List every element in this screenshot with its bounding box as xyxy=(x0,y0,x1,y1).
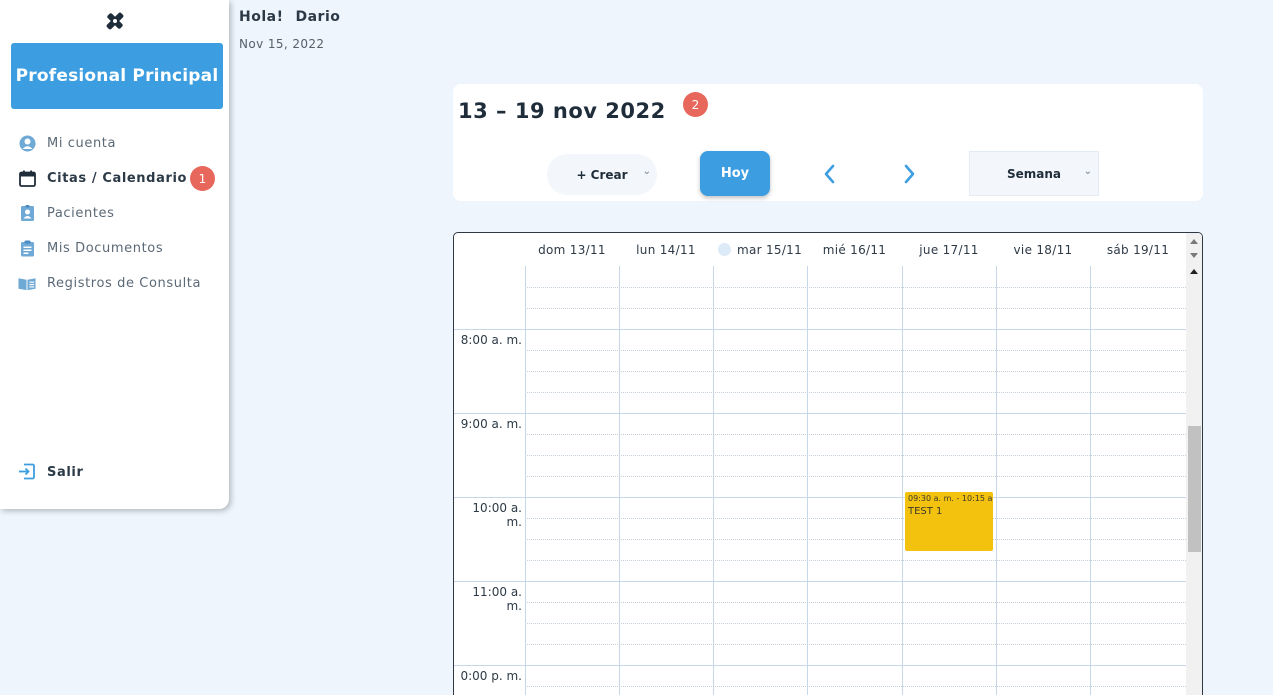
slot-line xyxy=(525,560,1186,561)
day-column-line xyxy=(807,266,808,695)
slot-line xyxy=(525,392,1186,393)
day-header[interactable]: sáb 19/11 xyxy=(1090,233,1186,266)
sidebar-item-label: Citas / Calendario xyxy=(47,171,188,186)
sidebar-item-label: Pacientes xyxy=(47,206,115,221)
chevron-down-icon: ⌄ xyxy=(642,166,651,177)
view-select-value: Semana xyxy=(1006,166,1062,181)
hour-line xyxy=(454,329,1186,330)
hour-line xyxy=(454,581,1186,582)
account-circle-icon xyxy=(18,135,36,153)
day-column-line xyxy=(1090,266,1091,695)
sidebar: Profesional Principal Mi cuenta Citas / … xyxy=(0,0,229,509)
day-header-today[interactable]: mar 15/11 xyxy=(713,233,807,266)
create-label: + Crear xyxy=(576,167,628,182)
calendar-scrollbar[interactable] xyxy=(1186,233,1202,695)
greeting-hello: Hola! xyxy=(239,9,284,25)
event-title: TEST 1 xyxy=(908,506,943,517)
time-label: 9:00 a. m. xyxy=(460,417,522,431)
slot-line xyxy=(525,686,1186,687)
day-label: vie 18/11 xyxy=(1013,242,1073,257)
greeting: Hola! Dario xyxy=(239,9,340,25)
scroll-thumb[interactable] xyxy=(1188,426,1201,552)
day-header[interactable]: jue 17/11 xyxy=(902,233,996,266)
slot-line xyxy=(525,602,1186,603)
day-header[interactable]: vie 18/11 xyxy=(996,233,1090,266)
time-label: 11:00 a. m. xyxy=(472,585,522,613)
time-label: 8:00 a. m. xyxy=(460,333,522,347)
day-label: lun 14/11 xyxy=(636,242,696,257)
profile-button[interactable]: Profesional Principal xyxy=(11,43,223,109)
time-grid[interactable]: 8:00 a. m. 9:00 a. m. 10:00 a. m. 11:00 … xyxy=(454,266,1186,695)
day-label: dom 13/11 xyxy=(538,242,606,257)
sidebar-item-mi-cuenta[interactable]: Mi cuenta xyxy=(0,126,229,161)
slot-line xyxy=(525,308,1186,309)
day-column-line xyxy=(619,266,620,695)
logo-icon xyxy=(106,12,124,30)
day-column-line xyxy=(525,266,526,695)
day-label: mié 16/11 xyxy=(822,242,887,257)
slot-line xyxy=(525,371,1186,372)
day-column-line xyxy=(996,266,997,695)
calendar-header: dom 13/11 lun 14/11 mar 15/11 mié 16/11 … xyxy=(454,233,1186,266)
clipboard-icon xyxy=(18,240,36,258)
day-header[interactable]: dom 13/11 xyxy=(525,233,619,266)
create-button[interactable]: + Crear ⌄ xyxy=(547,154,657,195)
sidebar-item-label: Registros de Consulta xyxy=(47,276,202,291)
scroll-top-icon[interactable] xyxy=(1190,269,1198,274)
appointment-event[interactable]: 09:30 a. m. - 10:15 a. m. TEST 1 xyxy=(905,492,993,551)
time-label: 10:00 a. m. xyxy=(472,501,522,529)
time-label: 0:00 p. m. xyxy=(460,669,522,683)
day-label: sáb 19/11 xyxy=(1106,242,1170,257)
slot-line xyxy=(525,518,1186,519)
scroll-down-icon[interactable] xyxy=(1190,253,1198,258)
chevron-down-icon: ⌄ xyxy=(1083,166,1092,177)
day-column-line xyxy=(713,266,714,695)
calendar-toolbar: 13 – 19 nov 2022 2 + Crear ⌄ Hoy Semana … xyxy=(453,84,1203,201)
day-label: mar 15/11 xyxy=(736,242,803,257)
book-icon xyxy=(18,275,36,293)
slot-line xyxy=(525,350,1186,351)
logout-label: Salir xyxy=(47,464,84,480)
sidebar-item-label: Mis Documentos xyxy=(47,241,164,256)
hour-line xyxy=(454,497,1186,498)
hour-line xyxy=(454,413,1186,414)
step-badge: 2 xyxy=(683,92,708,117)
chevron-left-icon[interactable] xyxy=(821,163,839,185)
slot-line xyxy=(525,476,1186,477)
logout-icon xyxy=(18,463,36,481)
date-range-title: 13 – 19 nov 2022 xyxy=(458,99,666,123)
sidebar-item-citas-calendario[interactable]: Citas / Calendario 1 xyxy=(0,161,229,196)
slot-line xyxy=(525,287,1186,288)
event-time: 09:30 a. m. - 10:15 a. m. xyxy=(908,494,993,503)
hour-line xyxy=(454,665,1186,666)
slot-line xyxy=(525,623,1186,624)
day-header[interactable]: mié 16/11 xyxy=(807,233,902,266)
sidebar-item-pacientes[interactable]: Pacientes xyxy=(0,196,229,231)
sidebar-item-registros-de-consulta[interactable]: Registros de Consulta xyxy=(0,266,229,301)
sidebar-item-label: Mi cuenta xyxy=(47,136,117,151)
chevron-right-icon[interactable] xyxy=(900,163,918,185)
slot-line xyxy=(525,455,1186,456)
scroll-up-icon[interactable] xyxy=(1190,239,1198,244)
step-badge: 1 xyxy=(190,166,215,191)
slot-line xyxy=(525,539,1186,540)
logout-button[interactable]: Salir xyxy=(18,463,83,481)
sidebar-nav: Mi cuenta Citas / Calendario 1 Pacientes… xyxy=(0,126,229,301)
calendar-icon xyxy=(18,170,36,188)
week-calendar: dom 13/11 lun 14/11 mar 15/11 mié 16/11 … xyxy=(453,232,1203,695)
day-column-line xyxy=(902,266,903,695)
today-indicator xyxy=(717,243,731,256)
slot-line xyxy=(525,434,1186,435)
sidebar-item-mis-documentos[interactable]: Mis Documentos xyxy=(0,231,229,266)
view-select[interactable]: Semana ⌄ xyxy=(969,151,1099,196)
greeting-name: Dario xyxy=(295,9,341,25)
current-date: Nov 15, 2022 xyxy=(239,37,325,51)
today-button[interactable]: Hoy xyxy=(700,151,770,196)
day-label: jue 17/11 xyxy=(919,242,979,257)
patient-badge-icon xyxy=(18,205,36,223)
day-header[interactable]: lun 14/11 xyxy=(619,233,713,266)
slot-line xyxy=(525,644,1186,645)
